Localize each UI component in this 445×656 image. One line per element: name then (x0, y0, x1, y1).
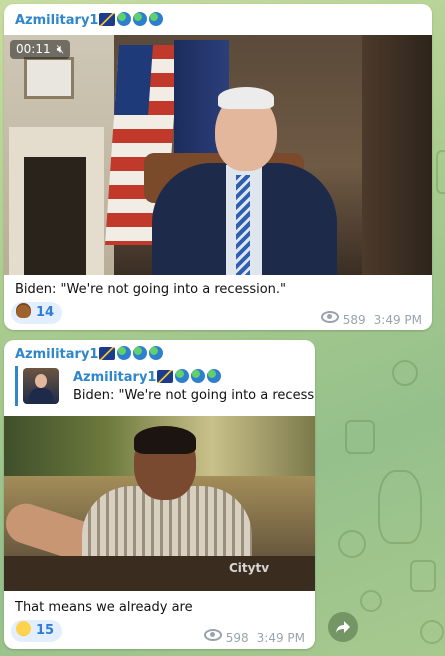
view-count: 589 (342, 313, 366, 327)
video-watermark: Citytv (229, 561, 270, 575)
eye-icon (203, 629, 222, 641)
video-thumbnail[interactable]: 00:11 🔇︎ (4, 35, 432, 275)
reply-text: Biden: "We're not going into a recessi..… (73, 388, 315, 403)
message-bubble[interactable]: Azmilitary1 Azmilitary1 Biden: "We're no… (4, 340, 315, 649)
reply-thumbnail (23, 368, 59, 404)
globe-icon (133, 346, 148, 360)
forward-arrow-icon (336, 621, 350, 633)
globe-icon (207, 369, 222, 383)
message-time: 3:49 PM (256, 631, 305, 645)
message-text: Biden: "We're not going into a recession… (15, 282, 287, 297)
message-bubble[interactable]: Azmilitary1 00:11 🔇︎ Biden: "We're not go… (4, 4, 432, 330)
video-thumbnail[interactable]: Citytv (4, 416, 315, 591)
poop-emoji-icon (16, 303, 31, 318)
flag-icon (157, 370, 174, 383)
eye-icon (320, 311, 339, 323)
picture-frame (24, 57, 74, 99)
view-count: 598 (225, 631, 249, 645)
globe-icon (191, 369, 206, 383)
globe-icon (149, 346, 164, 360)
grinning-emoji-icon (16, 621, 31, 636)
message-meta: 589 3:49 PM (320, 311, 422, 327)
reply-preview[interactable]: Azmilitary1 Biden: "We're not going into… (15, 366, 315, 406)
reaction-chip[interactable]: 15 (11, 620, 63, 642)
message-meta: 598 3:49 PM (203, 629, 305, 645)
muted-speaker-icon[interactable]: 🔇︎ (57, 42, 65, 56)
globe-icon (175, 369, 190, 383)
reply-sender-name: Azmilitary1 (73, 369, 222, 385)
message-text: That means we already are (15, 600, 193, 615)
message-time: 3:49 PM (373, 313, 422, 327)
globe-icon (149, 12, 164, 26)
flag-icon (99, 347, 116, 360)
forward-button[interactable] (328, 612, 358, 642)
globe-icon (117, 346, 132, 360)
video-duration-badge: 00:11 🔇︎ (10, 40, 71, 59)
sender-name[interactable]: Azmilitary1 (15, 346, 164, 362)
reaction-chip[interactable]: 14 (11, 302, 63, 324)
flag-icon (99, 13, 116, 26)
globe-icon (117, 12, 132, 26)
sender-name[interactable]: Azmilitary1 (15, 12, 164, 28)
globe-icon (133, 12, 148, 26)
